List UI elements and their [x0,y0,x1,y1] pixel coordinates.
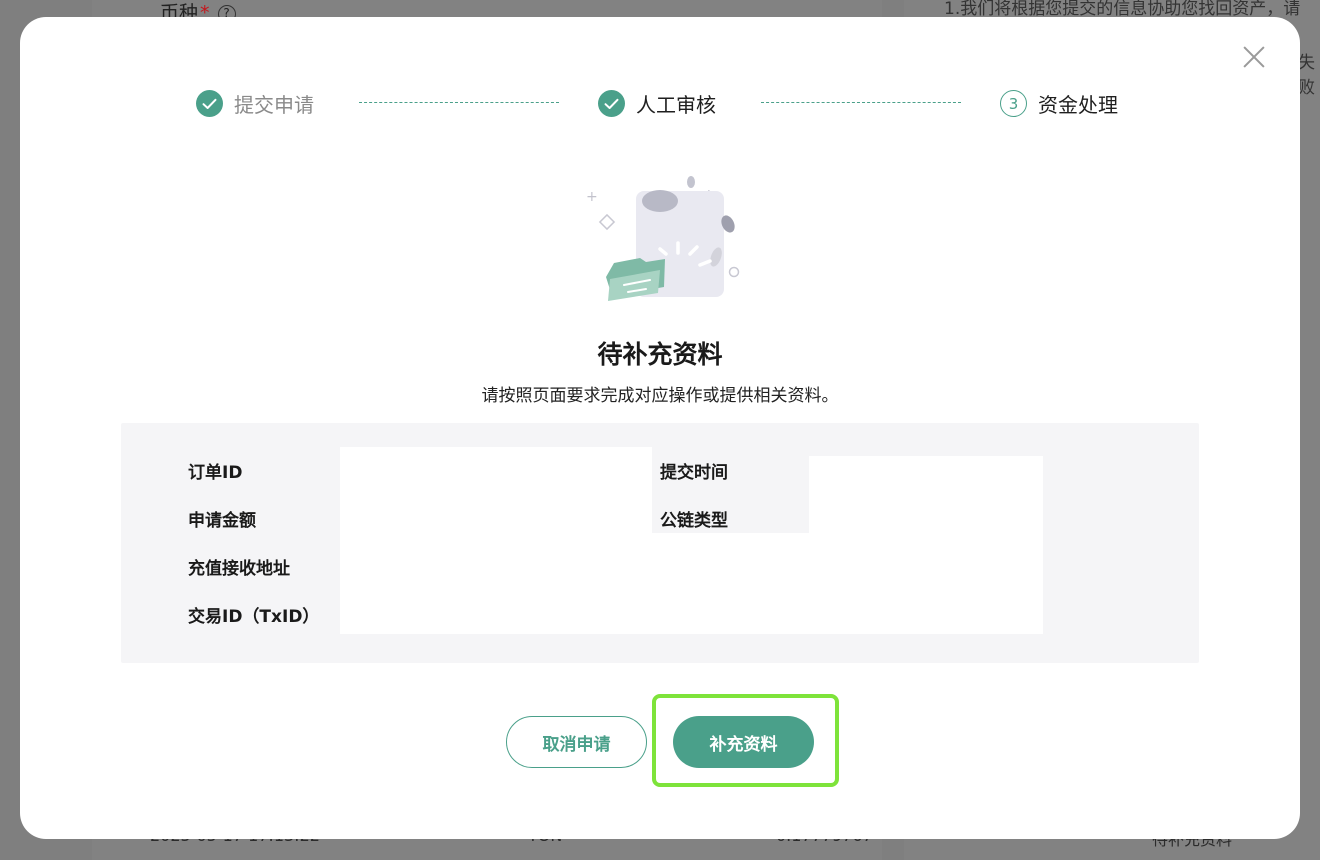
amount-label: 申请金额 [188,511,256,531]
step-number: 3 [1000,90,1027,117]
txid-label: 交易ID（TxID） [188,607,320,627]
step-funds: 3 资金处理 [1000,89,1118,118]
svg-text:+: + [586,189,598,205]
button-highlight-frame [652,694,839,787]
order-id-label: 订单ID [188,463,243,483]
cancel-application-button[interactable]: 取消申请 [506,716,647,768]
supplement-modal: 提交申请 人工审核 3 资金处理 + + + 待补充资 [20,17,1300,839]
modal-description: 请按照页面要求完成对应操作或提供相关资料。 [481,386,839,406]
step-connector [761,102,961,103]
step-connector [359,102,559,103]
chain-type-label: 公链类型 [660,511,728,531]
submit-time-label: 提交时间 [660,463,728,483]
lower-values-redacted [652,533,812,634]
check-icon [598,90,625,117]
close-icon[interactable] [1242,45,1266,69]
modal-title: 待补充资料 [597,340,723,369]
step-review: 人工审核 [598,89,716,118]
document-illustration-icon: + + + [586,176,740,309]
svg-text:+: + [660,305,675,309]
order-info-panel: 订单ID 申请金额 充值接收地址 交易ID（TxID） 提交时间 公链类型 [121,423,1199,663]
step-label: 资金处理 [1038,93,1118,117]
background-notice-tail: 失败 [1298,53,1315,98]
check-icon [196,90,223,117]
step-label: 人工审核 [636,93,716,117]
step-submit: 提交申请 [196,89,314,118]
order-values-redacted [340,447,652,634]
time-chain-values-redacted [809,456,1043,634]
deposit-address-label: 充值接收地址 [188,559,290,579]
step-label: 提交申请 [234,93,314,117]
